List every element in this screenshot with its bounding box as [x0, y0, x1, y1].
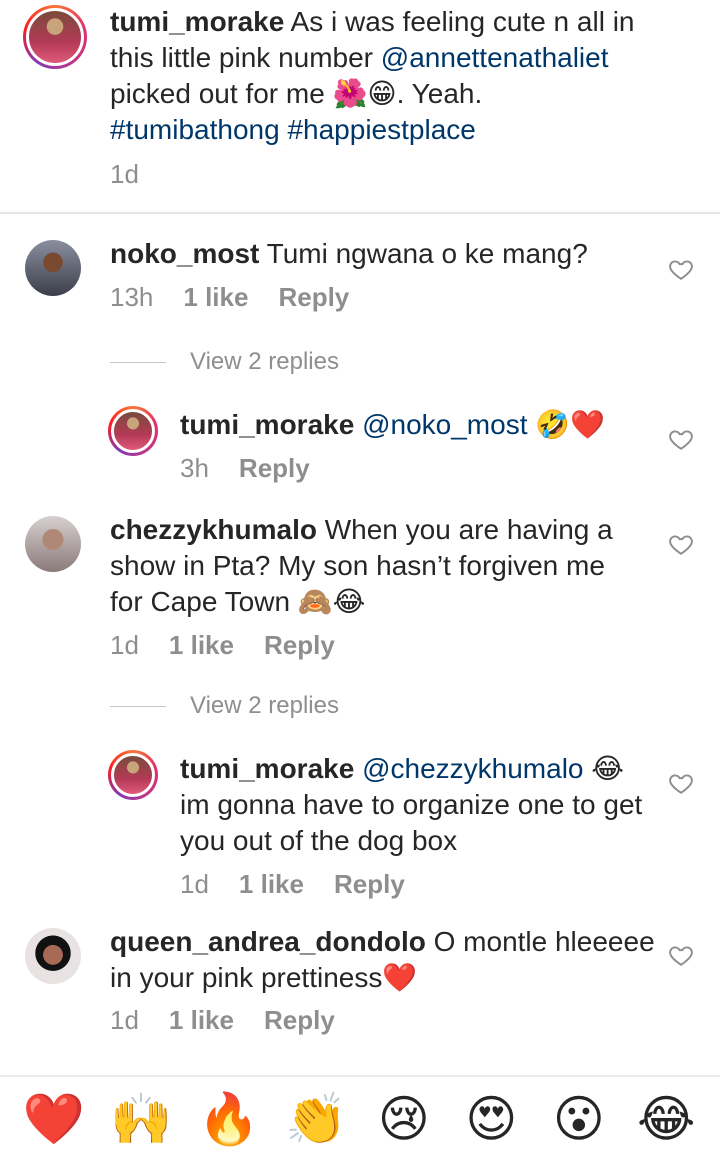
- reply-mention[interactable]: @noko_most: [362, 409, 527, 440]
- like-heart-icon[interactable]: [668, 942, 694, 968]
- view-replies-button[interactable]: View 2 replies: [110, 348, 339, 376]
- caption-text: tumi_morake As i was feeling cute n all …: [110, 6, 635, 145]
- reply-button[interactable]: Reply: [264, 1004, 335, 1036]
- heart-emoji-button[interactable]: ❤️: [19, 1089, 89, 1149]
- reply-likes[interactable]: 1 like: [239, 868, 304, 900]
- comment-meta: 1d 1 like Reply: [110, 1004, 335, 1036]
- fire-emoji-button[interactable]: 🔥: [194, 1089, 264, 1149]
- post-caption: tumi_morake As i was feeling cute n all …: [0, 0, 720, 212]
- comment-text: queen_andrea_dondolo O montle hleeeee in…: [110, 926, 655, 993]
- reply-meta: 3h Reply: [180, 452, 310, 484]
- like-heart-icon[interactable]: [668, 531, 694, 557]
- like-heart-icon[interactable]: [668, 426, 694, 452]
- comment-time: 13h: [110, 282, 154, 312]
- avatar[interactable]: [23, 5, 87, 69]
- comment-text: noko_most Tumi ngwana o ke mang?: [110, 238, 588, 269]
- comments-page: tumi_morake As i was feeling cute n all …: [0, 0, 720, 1160]
- caption-meta: 1d: [110, 158, 139, 190]
- view-replies-button[interactable]: View 2 replies: [110, 692, 339, 720]
- reply-mention[interactable]: @chezzykhumalo: [362, 753, 583, 784]
- comment-time: 1d: [110, 630, 139, 660]
- avatar[interactable]: [108, 406, 158, 456]
- reply-divider-line: [110, 361, 166, 363]
- comment-meta: 1d 1 like Reply: [110, 629, 335, 661]
- comment-username[interactable]: queen_andrea_dondolo: [110, 926, 426, 957]
- crying-emoji-button[interactable]: 😢: [369, 1089, 439, 1149]
- reply-button[interactable]: Reply: [278, 281, 349, 313]
- clapping-emoji-button[interactable]: 👏: [281, 1089, 351, 1149]
- reply-button[interactable]: Reply: [264, 629, 335, 661]
- comment-time: 1d: [110, 1005, 139, 1035]
- reply-button[interactable]: Reply: [334, 868, 405, 900]
- caption-emoji: 🌺😁: [332, 78, 397, 109]
- caption-hashtags[interactable]: #tumibathong #happiestplace: [110, 114, 476, 145]
- raised-hands-emoji-button[interactable]: 🙌: [106, 1089, 176, 1149]
- reply-username[interactable]: tumi_morake: [180, 409, 354, 440]
- reply-time: 1d: [180, 869, 209, 899]
- comment-text: chezzykhumalo When you are having a show…: [110, 514, 613, 617]
- reply-text: tumi_morake @chezzykhumalo 😂 im gonna ha…: [180, 753, 643, 856]
- caption-username[interactable]: tumi_morake: [110, 6, 284, 37]
- like-heart-icon[interactable]: [668, 770, 694, 796]
- comment-likes[interactable]: 1 like: [183, 281, 248, 313]
- reply-divider-line: [110, 705, 166, 707]
- tears-of-joy-emoji-button[interactable]: 😂: [631, 1089, 701, 1149]
- avatar[interactable]: [25, 240, 81, 296]
- caption-divider: [0, 212, 720, 214]
- avatar[interactable]: [25, 928, 81, 984]
- caption-mention[interactable]: @annettenathaliet: [381, 42, 609, 73]
- reply-meta: 1d 1 like Reply: [180, 868, 405, 900]
- reply-text: tumi_morake @noko_most 🤣❤️: [180, 409, 605, 440]
- comment-likes[interactable]: 1 like: [169, 629, 234, 661]
- heart-eyes-emoji-button[interactable]: 😍: [456, 1089, 526, 1149]
- reply-time: 3h: [180, 453, 209, 483]
- comment-username[interactable]: noko_most: [110, 238, 259, 269]
- avatar[interactable]: [108, 750, 158, 800]
- comment-username[interactable]: chezzykhumalo: [110, 514, 317, 545]
- like-heart-icon[interactable]: [668, 256, 694, 282]
- comment-meta: 13h 1 like Reply: [110, 281, 349, 313]
- avatar[interactable]: [25, 516, 81, 572]
- reply-username[interactable]: tumi_morake: [180, 753, 354, 784]
- comment-likes[interactable]: 1 like: [169, 1004, 234, 1036]
- caption-time: 1d: [110, 159, 139, 189]
- quick-reaction-bar: ❤️ 🙌 🔥 👏 😢 😍 😮 😂: [0, 1075, 720, 1160]
- reply-button[interactable]: Reply: [239, 452, 310, 484]
- surprised-emoji-button[interactable]: 😮: [544, 1089, 614, 1149]
